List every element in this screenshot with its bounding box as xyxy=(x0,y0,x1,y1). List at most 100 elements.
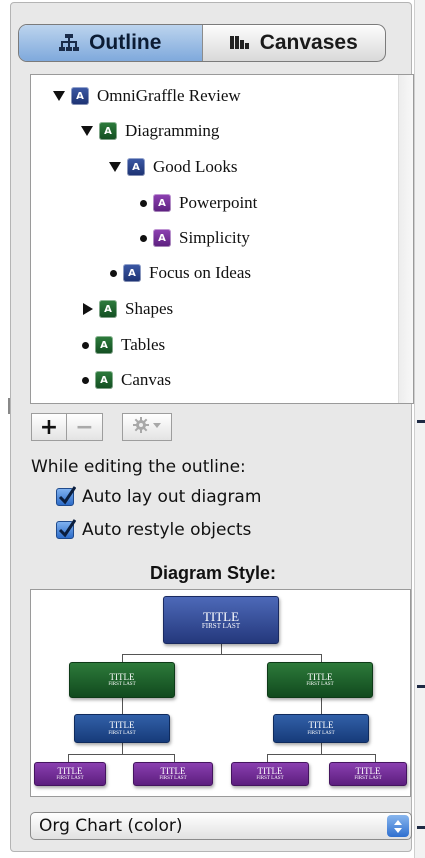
outline-item-label: OmniGraffle Review xyxy=(97,86,241,105)
popup-arrows-icon xyxy=(387,815,409,837)
connector-line xyxy=(68,754,69,762)
topic-a-icon: A xyxy=(153,229,171,247)
diagram-style-popup[interactable]: Org Chart (color) xyxy=(30,812,412,840)
org-node-level3: TITLE FIRST LAST xyxy=(329,762,407,786)
outline-item-label: Good Looks xyxy=(153,157,238,176)
outline-item-label: Focus on Ideas xyxy=(149,263,251,282)
outline-item-omnigraffle-review[interactable]: A OmniGraffle Review xyxy=(53,83,241,109)
diagram-style-preview[interactable]: TITLE FIRST LAST TITLE FIRST LAST TITLE … xyxy=(30,589,411,797)
connector-line xyxy=(267,754,376,755)
auto-layout-checkbox[interactable] xyxy=(56,486,76,506)
node-subtitle: FIRST LAST xyxy=(201,622,241,631)
outline-item-canvas[interactable]: A Canvas xyxy=(79,367,171,393)
org-node-level3: TITLE FIRST LAST xyxy=(133,762,213,786)
topic-a-icon: A xyxy=(95,336,113,354)
auto-layout-option[interactable]: Auto lay out diagram xyxy=(56,486,262,507)
canvas-edge-mark xyxy=(417,420,425,423)
outline-item-label: Powerpoint xyxy=(179,193,258,212)
auto-restyle-option[interactable]: Auto restyle objects xyxy=(56,519,252,540)
editing-options-heading: While editing the outline: xyxy=(31,457,246,477)
node-title: TITLE xyxy=(109,720,135,731)
tab-canvases[interactable]: Canvases xyxy=(201,25,386,61)
outline-item-diagramming[interactable]: A Diagramming xyxy=(81,118,219,144)
tab-outline-label: Outline xyxy=(89,31,162,54)
canvas-edge-mark xyxy=(417,826,425,829)
connector-line xyxy=(321,743,322,754)
tab-outline[interactable]: Outline xyxy=(19,25,202,61)
canvases-icon xyxy=(229,34,250,52)
disclosure-expanded-icon[interactable] xyxy=(109,162,121,172)
disclosure-expanded-icon[interactable] xyxy=(81,126,93,136)
connector-line xyxy=(122,698,123,714)
node-title: TITLE xyxy=(160,765,186,776)
org-node-level2: TITLE FIRST LAST xyxy=(273,714,369,743)
node-title: TITLE xyxy=(57,765,83,776)
action-menu-button[interactable] xyxy=(122,413,172,441)
remove-topic-button[interactable]: − xyxy=(67,413,103,441)
add-topic-button[interactable]: + xyxy=(31,413,67,441)
connector-line xyxy=(321,698,322,714)
connector-line xyxy=(122,654,322,655)
node-subtitle: FIRST LAST xyxy=(306,682,334,688)
outline-item-shapes[interactable]: A Shapes xyxy=(81,296,173,322)
connector-line xyxy=(267,754,268,762)
outline-item-focus-on-ideas[interactable]: A Focus on Ideas xyxy=(107,260,251,286)
tab-canvases-label: Canvases xyxy=(259,31,358,54)
org-node-level2: TITLE FIRST LAST xyxy=(74,714,170,743)
node-title: TITLE xyxy=(355,765,381,776)
node-title: TITLE xyxy=(257,765,283,776)
topic-a-icon: A xyxy=(99,122,117,140)
outline-item-simplicity[interactable]: A Simplicity xyxy=(137,225,250,251)
bullet-icon xyxy=(82,341,89,349)
resize-handle[interactable] xyxy=(8,398,10,414)
org-node-level1: TITLE FIRST LAST xyxy=(267,662,373,698)
connector-line xyxy=(122,654,123,662)
node-subtitle: FIRST LAST xyxy=(307,730,335,736)
gear-icon xyxy=(132,416,162,438)
node-title: TITLE xyxy=(109,671,135,682)
outline-list[interactable]: A OmniGraffle Review A Diagramming A Goo… xyxy=(30,74,414,404)
org-node-level3: TITLE FIRST LAST xyxy=(34,762,106,786)
outline-item-tables[interactable]: A Tables xyxy=(79,332,165,358)
bullet-icon xyxy=(82,376,89,384)
connector-line xyxy=(375,754,376,762)
org-node-root: TITLE FIRST LAST xyxy=(163,596,279,644)
topic-a-icon: A xyxy=(153,194,171,212)
node-title: TITLE xyxy=(202,608,240,624)
disclosure-expanded-icon[interactable] xyxy=(53,91,65,101)
node-subtitle: FIRST LAST xyxy=(354,776,382,782)
auto-layout-label: Auto lay out diagram xyxy=(82,487,262,507)
outline-item-label: Simplicity xyxy=(179,228,250,247)
connector-line xyxy=(221,644,222,654)
connector-line xyxy=(122,743,123,754)
node-subtitle: FIRST LAST xyxy=(159,776,187,782)
node-subtitle: FIRST LAST xyxy=(108,730,136,736)
node-subtitle: FIRST LAST xyxy=(256,776,284,782)
bullet-icon xyxy=(140,234,147,242)
diagram-style-selected: Org Chart (color) xyxy=(39,816,183,836)
auto-restyle-label: Auto restyle objects xyxy=(82,520,252,540)
org-node-level1: TITLE FIRST LAST xyxy=(69,662,175,698)
auto-restyle-checkbox[interactable] xyxy=(56,519,76,539)
outline-icon xyxy=(59,34,80,52)
node-title: TITLE xyxy=(308,720,334,731)
outline-scrollbar-track[interactable] xyxy=(398,75,413,403)
outline-item-label: Diagramming xyxy=(125,121,220,140)
outline-item-label: Canvas xyxy=(121,370,172,389)
view-segmented-control: Outline Canvases xyxy=(18,24,386,62)
canvas-edge xyxy=(414,0,425,858)
org-node-level3: TITLE FIRST LAST xyxy=(231,762,309,786)
outline-item-label: Tables xyxy=(121,335,166,354)
diagram-style-title: Diagram Style: xyxy=(149,563,277,583)
connector-line xyxy=(174,754,175,762)
disclosure-collapsed-icon[interactable] xyxy=(83,303,93,315)
outline-item-good-looks[interactable]: A Good Looks xyxy=(109,154,238,180)
topic-a-icon: A xyxy=(127,158,145,176)
topic-a-icon: A xyxy=(95,371,113,389)
canvas-edge-mark xyxy=(417,685,425,688)
topic-a-icon: A xyxy=(71,87,89,105)
node-title: TITLE xyxy=(307,671,333,682)
node-subtitle: FIRST LAST xyxy=(56,776,84,782)
bullet-icon xyxy=(140,199,147,207)
outline-item-powerpoint[interactable]: A Powerpoint xyxy=(137,190,257,216)
